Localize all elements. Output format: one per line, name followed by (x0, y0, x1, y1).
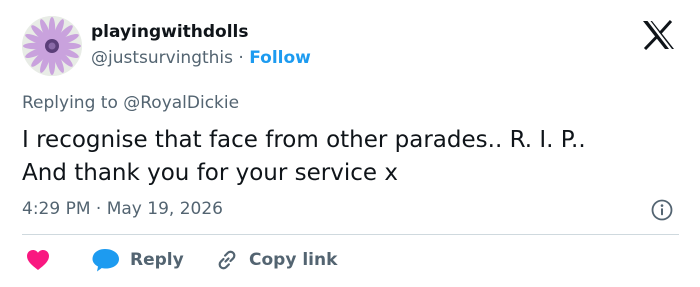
speech-bubble-icon (92, 249, 119, 272)
reply-label: Reply (130, 250, 184, 270)
timestamp[interactable]: 4:29 PM · May 19, 2026 (22, 199, 223, 219)
action-bar: Reply Copy link (22, 246, 682, 274)
separator-dot: · (95, 199, 102, 219)
replying-prefix: Replying to (22, 93, 118, 113)
info-icon[interactable] (651, 199, 673, 221)
link-icon (218, 250, 236, 270)
copy-link-button[interactable]: Copy link (215, 246, 337, 274)
separator-dot: · (238, 48, 244, 68)
tweet-time: 4:29 PM (22, 199, 91, 219)
tweet-text: I recognise that face from other parades… (22, 124, 682, 190)
reply-target-handle[interactable]: @RoyalDickie (123, 93, 239, 113)
avatar[interactable] (22, 16, 82, 76)
tweet-text-line: And thank you for your service x (22, 160, 398, 186)
handle-line: @justsurvingthis · Follow (91, 48, 311, 68)
copy-link-label: Copy link (249, 250, 338, 270)
tweet-date: May 19, 2026 (106, 199, 223, 219)
follow-button[interactable]: Follow (249, 48, 311, 68)
replying-to-line: Replying to @RoyalDickie (22, 93, 239, 113)
heart-icon (27, 250, 49, 270)
tweet-text-line: I recognise that face from other parades… (22, 127, 586, 153)
daisy-avatar-image (22, 16, 82, 76)
user-handle[interactable]: @justsurvingthis (91, 48, 233, 68)
reply-button[interactable]: Reply (92, 246, 184, 274)
divider (22, 234, 679, 235)
like-button[interactable] (26, 246, 50, 274)
x-logo-icon[interactable] (640, 19, 677, 51)
display-name[interactable]: playingwithdolls (91, 22, 249, 42)
